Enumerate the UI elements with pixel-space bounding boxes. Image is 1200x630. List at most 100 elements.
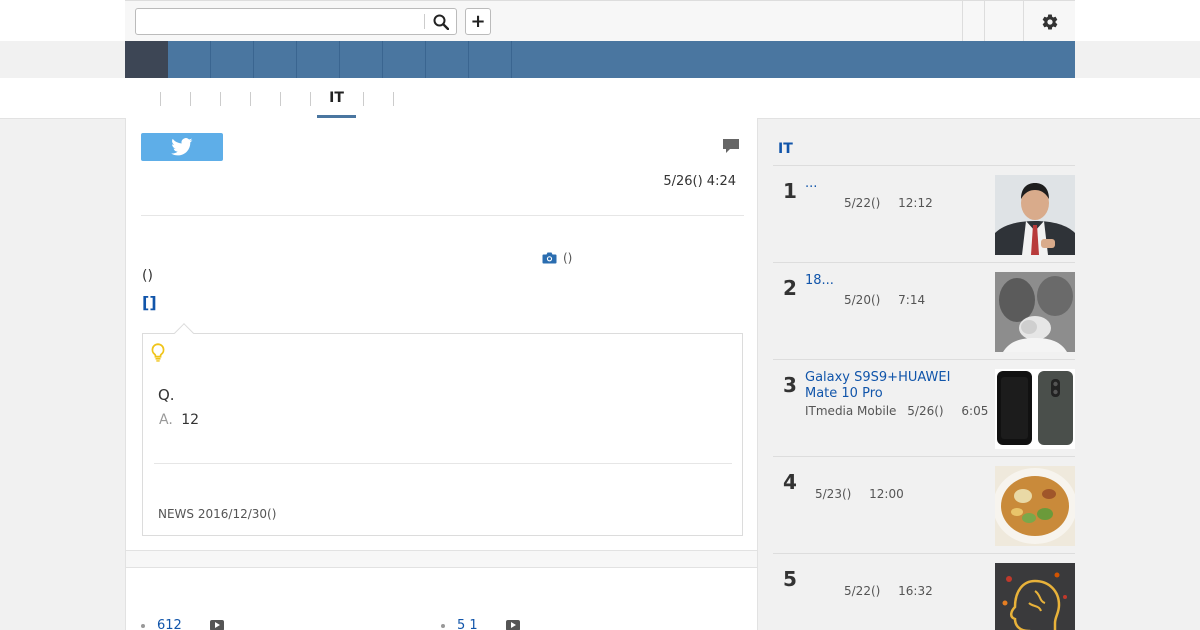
ranking-item[interactable]: 1 ... 5/22() 12:12 (773, 165, 1075, 262)
ranking-item-time: 7:14 (898, 293, 926, 307)
camera-icon (542, 252, 557, 264)
ranking-item-time: 12:00 (869, 487, 904, 501)
ranking-item-meta: 5/20() 7:14 (844, 293, 925, 307)
ranking-item[interactable]: 3 Galaxy S9S9+HUAWEI Mate 10 Pro ITmedia… (773, 359, 1075, 456)
ranking-number: 1 (783, 179, 797, 203)
ranking-item-thumbnail[interactable] (995, 272, 1075, 352)
ranking-number: 4 (783, 470, 797, 494)
gear-icon (1042, 14, 1058, 30)
ranking-item-title[interactable]: Galaxy S9S9+HUAWEI Mate 10 Pro (805, 370, 965, 402)
ranking-item-meta: 5/23() 12:00 (815, 487, 904, 501)
ranking-item-meta: 5/22() 16:32 (844, 584, 933, 598)
article-headline-link[interactable]: [] (142, 293, 157, 312)
subnav-divider (220, 92, 221, 106)
toolbar-divider (962, 1, 963, 41)
ranking-item-thumbnail[interactable] (995, 466, 1075, 546)
subnav-divider (160, 92, 161, 106)
add-button[interactable]: + (465, 8, 491, 35)
bullet (141, 623, 145, 628)
top-bar-inner: + (125, 0, 1075, 41)
ranking-item-thumbnail[interactable] (995, 175, 1075, 255)
nav-tab[interactable] (340, 41, 383, 78)
article-timestamp: 5/26() 4:24 (663, 174, 736, 189)
nav-tab[interactable] (254, 41, 297, 78)
ranking-sidebar: IT 1 ... 5/22() 12:12 2 18... 5/20() 7:1… (759, 118, 1075, 630)
nav-tab[interactable] (469, 41, 512, 78)
toolbar-divider (1023, 1, 1024, 41)
divider (154, 463, 732, 464)
ranking-item-time: 6:05 (961, 404, 989, 418)
main-nav (125, 41, 1075, 78)
related-link[interactable]: 612 (157, 618, 182, 630)
article-text: () (142, 268, 153, 284)
search-input[interactable] (136, 9, 424, 34)
ranking-item[interactable]: 2 18... 5/20() 7:14 (773, 262, 1075, 359)
qa-box-notch (174, 323, 194, 343)
subnav-divider (190, 92, 191, 106)
video-play-icon[interactable] (505, 620, 520, 630)
quiz-question: Q. (158, 386, 175, 404)
video-play-icon[interactable] (209, 620, 224, 630)
answer-value: 12 (181, 412, 200, 428)
twitter-share-button[interactable] (141, 133, 223, 161)
article-panel: 5/26() 4:24 () () [] Q. A. 12 NEWS 2016/… (125, 118, 758, 551)
search-button[interactable] (428, 11, 454, 33)
qa-box: Q. A. 12 NEWS 2016/12/30() (142, 323, 743, 536)
subnav-divider (393, 92, 394, 106)
ranking-title: IT (778, 141, 793, 157)
top-bar: + (0, 0, 1200, 41)
ranking-item-meta: ITmedia Mobile 5/26() 6:05 (805, 404, 988, 418)
lightbulb-icon (151, 343, 165, 366)
nav-tab[interactable] (426, 41, 469, 78)
subnav-divider (250, 92, 251, 106)
plus-icon: + (470, 10, 486, 32)
search-box (135, 8, 457, 35)
related-link[interactable]: 5 1 (457, 618, 478, 630)
divider (773, 118, 1075, 119)
photo-caption: () (563, 251, 573, 265)
answer-label: A. (159, 412, 173, 428)
quiz-answer: A. 12 (159, 412, 199, 428)
section-gap (125, 551, 758, 567)
subnav-divider (363, 92, 364, 106)
ranking-item-thumbnail[interactable] (995, 563, 1075, 630)
photo-link[interactable]: () (542, 251, 572, 265)
nav-tab-home[interactable] (125, 41, 168, 78)
category-subnav: IT (0, 78, 1200, 119)
ranking-item-thumbnail[interactable] (995, 369, 1075, 449)
ranking-item-time: 12:12 (898, 196, 933, 210)
toolbar-divider (984, 1, 985, 41)
divider (141, 215, 744, 216)
ranking-number: 2 (783, 276, 797, 300)
comment-icon (723, 139, 739, 153)
ranking-item-title[interactable]: ... (805, 176, 965, 192)
subnav-divider (310, 92, 311, 106)
ranking-number: 5 (783, 567, 797, 591)
ranking-item-date: 5/26() (907, 404, 944, 418)
subnav-tab-it[interactable]: IT (317, 90, 356, 106)
bullet (441, 623, 445, 628)
comment-button[interactable] (722, 138, 740, 159)
related-link-row: 612 (141, 618, 224, 630)
nav-tab[interactable] (211, 41, 254, 78)
ranking-item-date: 5/22() (844, 196, 881, 210)
nav-tab[interactable] (297, 41, 340, 78)
subnav-divider (280, 92, 281, 106)
ranking-item-title[interactable]: 18... (805, 273, 965, 289)
settings-button[interactable] (1035, 10, 1065, 34)
ranking-item[interactable]: 5 5/22() 16:32 (773, 553, 1075, 630)
search-divider (424, 14, 425, 29)
ranking-item-source: ITmedia Mobile (805, 404, 897, 418)
search-icon (433, 14, 449, 30)
ranking-number: 3 (783, 373, 797, 397)
ranking-item-date: 5/23() (815, 487, 852, 501)
related-links-panel: 612 5 1 (125, 567, 758, 630)
article-source: NEWS 2016/12/30() (158, 507, 277, 521)
ranking-item-time: 16:32 (898, 584, 933, 598)
ranking-item[interactable]: 4 5/23() 12:00 (773, 456, 1075, 553)
ranking-item-date: 5/20() (844, 293, 881, 307)
ranking-item-meta: 5/22() 12:12 (844, 196, 933, 210)
nav-tab[interactable] (383, 41, 426, 78)
nav-tab[interactable] (168, 41, 211, 78)
twitter-icon (171, 138, 193, 156)
